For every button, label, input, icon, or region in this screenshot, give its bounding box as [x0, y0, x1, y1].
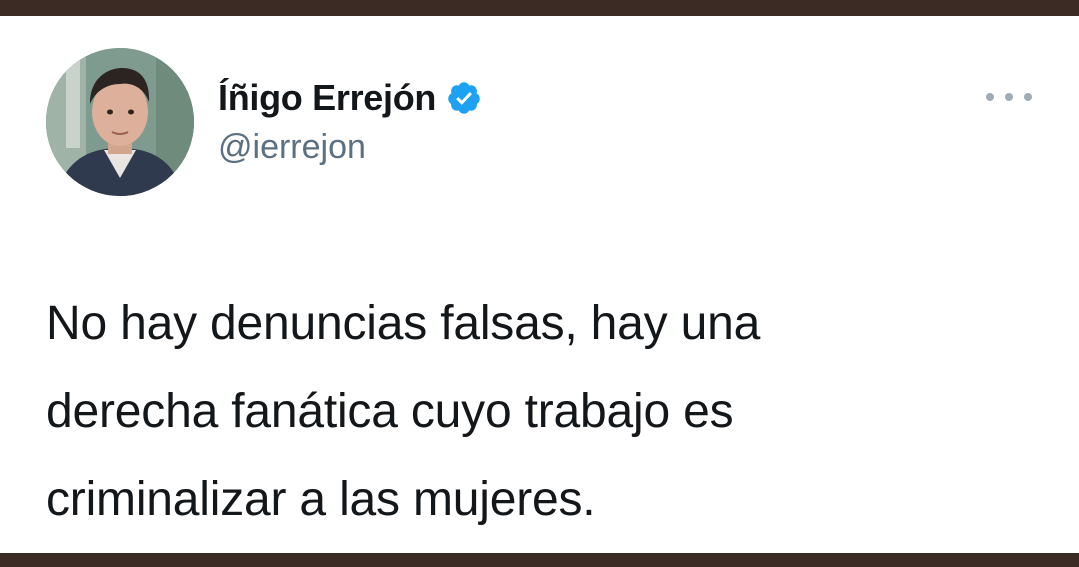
verified-badge-icon — [446, 80, 482, 116]
more-dot — [1005, 93, 1013, 101]
tweet-text-line: derecha fanática cuyo trabajo es — [46, 385, 734, 438]
tweet-text: No hay denuncias falsas, hay una derecha… — [46, 280, 1046, 544]
screenshot-frame: Íñigo Errejón @ierrejon No hay denuncias… — [0, 0, 1079, 567]
more-options-icon[interactable] — [986, 84, 1032, 110]
author-name-row[interactable]: Íñigo Errejón — [218, 76, 482, 120]
avatar-photo-icon — [46, 48, 194, 196]
author-handle[interactable]: @ierrejon — [218, 128, 366, 167]
more-dot — [1024, 93, 1032, 101]
display-name[interactable]: Íñigo Errejón — [218, 77, 436, 119]
tweet-text-line: No hay denuncias falsas, hay una — [46, 297, 761, 350]
more-dot — [986, 93, 994, 101]
avatar[interactable] — [46, 48, 194, 196]
tweet-text-line: criminalizar a las mujeres. — [46, 473, 596, 526]
tweet-card[interactable]: Íñigo Errejón @ierrejon No hay denuncias… — [0, 16, 1079, 553]
